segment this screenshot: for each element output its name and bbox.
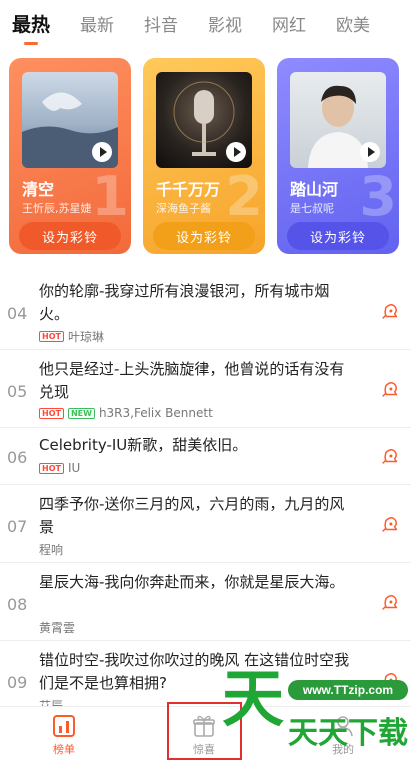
nav-label: 我的 <box>332 743 354 756</box>
song-meta: HOT NEW h3R3,Felix Bennett <box>39 406 213 420</box>
ringtone-bell-icon[interactable] <box>379 669 401 691</box>
card-artist: 王忻辰,苏星婕 <box>22 202 92 215</box>
song-title: Celebrity-IU新歌，甜美依旧。 <box>39 436 248 454</box>
card-title: 千千万万 <box>156 180 221 199</box>
album-cover[interactable] <box>290 72 386 168</box>
play-icon[interactable] <box>92 142 112 162</box>
song-title: 星辰大海-我向你奔赴而来，你就是星辰大海。 <box>39 573 345 591</box>
card-artist: 深海鱼子酱 <box>156 202 211 215</box>
top-card-2[interactable]: 千千万万 深海鱼子酱 2 设为彩铃 <box>143 58 265 254</box>
play-icon[interactable] <box>226 142 246 162</box>
ringtone-bell-icon[interactable] <box>379 445 401 467</box>
album-cover[interactable] <box>22 72 118 168</box>
chart-icon <box>53 715 75 737</box>
list-item[interactable]: 08 星辰大海-我向你奔赴而来，你就是星辰大海。 黄霄雲 <box>0 563 411 641</box>
song-title: 错位时空-我吹过你吹过的晚风 在这错位时空我们是不是也算相拥? <box>39 651 350 692</box>
nav-chart[interactable]: 榜单 <box>34 713 94 757</box>
song-list: 04 你的轮廓-我穿过所有浪漫银河，所有城市烟火。 HOT 叶琼琳 05 他只是… <box>0 270 411 713</box>
ringtone-bell-icon[interactable] <box>379 300 401 322</box>
list-item[interactable]: 05 他只是经过-上头洗脑旋律，他曾说的话有没有兑现 HOT NEW h3R3,… <box>0 350 411 428</box>
rank-number: 06 <box>7 448 28 467</box>
rank-number: 2 <box>225 165 263 228</box>
top-three-cards: 清空 王忻辰,苏星婕 1 设为彩铃 千千万万 深海鱼子酱 2 设为彩铃 踏山河 … <box>0 58 411 258</box>
song-title: 他只是经过-上头洗脑旋律，他曾说的话有没有兑现 <box>39 360 345 401</box>
play-icon[interactable] <box>360 142 380 162</box>
rank-number: 09 <box>7 673 28 692</box>
hot-badge: HOT <box>39 331 64 342</box>
card-artist: 是七叔呢 <box>290 202 334 215</box>
song-title: 你的轮廓-我穿过所有浪漫银河，所有城市烟火。 <box>39 282 330 323</box>
hot-badge: HOT <box>39 407 64 419</box>
category-tabs: 最热 最新 抖音 影视 网红 欧美 <box>0 0 411 46</box>
song-meta: HOT IU <box>39 461 80 475</box>
song-title: 四季予你-送你三月的风，六月的雨，九月的风景 <box>39 495 345 536</box>
song-meta: HOT 叶琼琳 <box>39 328 104 345</box>
tab-douyin[interactable]: 抖音 <box>144 11 178 36</box>
ringtone-bell-icon[interactable] <box>379 513 401 535</box>
song-meta: 程响 <box>39 541 63 558</box>
song-artist: h3R3,Felix Bennett <box>98 406 213 420</box>
song-artist: 黄霄雲 <box>39 621 76 635</box>
list-item[interactable]: 04 你的轮廓-我穿过所有浪漫银河，所有城市烟火。 HOT 叶琼琳 <box>0 270 411 350</box>
list-item[interactable]: 06 Celebrity-IU新歌，甜美依旧。 HOT IU <box>0 428 411 485</box>
set-ringtone-button[interactable]: 设为彩铃 <box>19 222 121 250</box>
set-ringtone-button[interactable]: 设为彩铃 <box>287 222 389 250</box>
top-card-1[interactable]: 清空 王忻辰,苏星婕 1 设为彩铃 <box>9 58 131 254</box>
tab-newest[interactable]: 最新 <box>80 11 114 36</box>
tab-western[interactable]: 欧美 <box>336 11 370 36</box>
song-artist: 叶琼琳 <box>67 330 104 344</box>
highlight-box <box>167 702 242 760</box>
card-title: 清空 <box>22 180 55 199</box>
rank-number: 3 <box>359 165 397 228</box>
top-card-3[interactable]: 踏山河 是七叔呢 3 设为彩铃 <box>277 58 399 254</box>
rank-number: 05 <box>7 382 28 401</box>
rank-number: 07 <box>7 517 28 536</box>
song-artist: 程响 <box>39 543 64 557</box>
ringtone-bell-icon[interactable] <box>379 378 401 400</box>
album-cover[interactable] <box>156 72 252 168</box>
song-meta: 黄霄雲 <box>39 619 75 636</box>
new-badge: NEW <box>67 407 95 419</box>
rank-number: 1 <box>91 165 129 228</box>
tab-hottest[interactable]: 最热 <box>12 10 50 45</box>
hot-badge: HOT <box>39 462 64 474</box>
set-ringtone-button[interactable]: 设为彩铃 <box>153 222 255 250</box>
nav-mine[interactable]: 我的 <box>313 713 373 757</box>
song-artist: IU <box>67 461 81 475</box>
tab-influencer[interactable]: 网红 <box>272 11 306 36</box>
list-item[interactable]: 07 四季予你-送你三月的风，六月的雨，九月的风景 程响 <box>0 485 411 563</box>
card-title: 踏山河 <box>290 180 339 199</box>
rank-number: 04 <box>7 304 28 323</box>
tab-film[interactable]: 影视 <box>208 11 242 36</box>
list-item[interactable]: 09 错位时空-我吹过你吹过的晚风 在这错位时空我们是不是也算相拥? 艾辰 <box>0 641 411 713</box>
user-icon <box>333 716 353 737</box>
ringtone-bell-icon[interactable] <box>379 591 401 613</box>
rank-number: 08 <box>7 595 28 614</box>
nav-label: 榜单 <box>53 743 75 756</box>
